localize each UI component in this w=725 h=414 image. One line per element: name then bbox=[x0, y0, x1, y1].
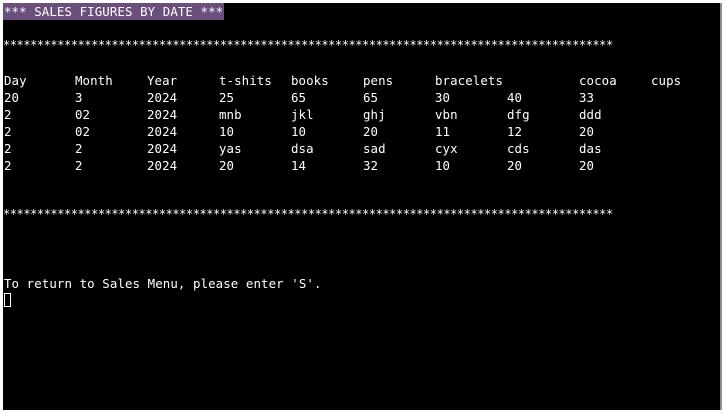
table-cell: 20 bbox=[507, 158, 523, 173]
separator-bottom: ****************************************… bbox=[3, 207, 613, 221]
column-header: pens bbox=[363, 73, 394, 88]
table-header: Day Month Year t-shits books pens bracelets coc… bbox=[3, 72, 722, 89]
column-header: cocoa bbox=[579, 73, 617, 88]
scrollbar[interactable] bbox=[720, 3, 722, 410]
table-row: 20 3 2024 25 65 65 30 40 33 bbox=[3, 89, 722, 106]
table-cell: 65 bbox=[363, 90, 379, 105]
terminal-window: *** SALES FIGURES BY DATE *** **********… bbox=[3, 3, 722, 410]
table-cell: 2024 bbox=[147, 124, 178, 139]
table-cell: 2 bbox=[4, 141, 12, 156]
table-cell: mnb bbox=[219, 107, 242, 122]
table-cell: 40 bbox=[507, 90, 523, 105]
column-header: books bbox=[291, 73, 329, 88]
table-cell: 20 bbox=[219, 158, 235, 173]
table-cell: cyx bbox=[435, 141, 458, 156]
table-cell: cds bbox=[507, 141, 530, 156]
table-cell: 2024 bbox=[147, 141, 178, 156]
page-title: *** SALES FIGURES BY DATE *** bbox=[3, 3, 225, 20]
table-cell: dsa bbox=[291, 141, 314, 156]
column-header: Year bbox=[147, 73, 178, 88]
table-cell: 10 bbox=[219, 124, 235, 139]
table-cell: 10 bbox=[291, 124, 307, 139]
table-cell: 11 bbox=[435, 124, 451, 139]
table-row: 2 2 2024 20 14 32 10 20 20 bbox=[3, 157, 722, 174]
table-cell: 20 bbox=[579, 158, 595, 173]
column-header: bracelets bbox=[435, 73, 504, 88]
table-cell: 33 bbox=[579, 90, 595, 105]
table-cell: 12 bbox=[507, 124, 523, 139]
table-cell: 2 bbox=[4, 124, 12, 139]
table-cell: sad bbox=[363, 141, 386, 156]
table-cell: 02 bbox=[75, 107, 91, 122]
table-cell: 20 bbox=[579, 124, 595, 139]
table-cell: ddd bbox=[579, 107, 602, 122]
table-row: 2 02 2024 10 10 20 11 12 20 bbox=[3, 123, 722, 140]
table-cell: jkl bbox=[291, 107, 314, 122]
return-prompt: To return to Sales Menu, please enter 'S… bbox=[4, 276, 322, 291]
input-cursor[interactable] bbox=[4, 293, 11, 307]
table-cell: 2 bbox=[4, 107, 12, 122]
table-cell: 2024 bbox=[147, 90, 178, 105]
table-cell: 14 bbox=[291, 158, 307, 173]
table-cell: ghj bbox=[363, 107, 386, 122]
table-cell: 02 bbox=[75, 124, 91, 139]
column-header: cups bbox=[651, 73, 682, 88]
table-row: 2 2 2024 yas dsa sad cyx cds das bbox=[3, 140, 722, 157]
column-header: Month bbox=[75, 73, 113, 88]
table-cell: 20 bbox=[363, 124, 379, 139]
table-cell: 20 bbox=[4, 90, 20, 105]
table-cell: 3 bbox=[75, 90, 83, 105]
table-row: 2 02 2024 mnb jkl ghj vbn dfg ddd bbox=[3, 106, 722, 123]
table-cell: 2 bbox=[75, 141, 83, 156]
table-cell: 2 bbox=[75, 158, 83, 173]
table-cell: das bbox=[579, 141, 602, 156]
column-header: t-shits bbox=[219, 73, 272, 88]
column-header: Day bbox=[4, 73, 27, 88]
table-cell: 65 bbox=[291, 90, 307, 105]
table-cell: vbn bbox=[435, 107, 458, 122]
table-cell: 25 bbox=[219, 90, 235, 105]
separator-top: ****************************************… bbox=[3, 38, 613, 52]
table-cell: 2024 bbox=[147, 158, 178, 173]
table-cell: 2 bbox=[4, 158, 12, 173]
table-cell: dfg bbox=[507, 107, 530, 122]
table-cell: 10 bbox=[435, 158, 451, 173]
table-cell: 2024 bbox=[147, 107, 178, 122]
table-cell: 32 bbox=[363, 158, 379, 173]
table-cell: 30 bbox=[435, 90, 451, 105]
table-cell: yas bbox=[219, 141, 242, 156]
